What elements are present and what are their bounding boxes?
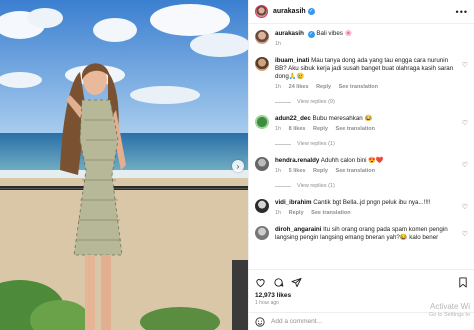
add-comment-input[interactable]: Add a comment... bbox=[271, 318, 322, 325]
comment-like-heart-icon[interactable]: ♡ bbox=[462, 61, 468, 69]
heart-icon[interactable] bbox=[255, 277, 266, 288]
caption-text: Bali vibes bbox=[316, 30, 343, 37]
caption-avatar[interactable] bbox=[255, 30, 269, 44]
commenter-avatar[interactable] bbox=[255, 157, 269, 171]
comments-list: aurakasih ✓ Bali vibes 🌸 1h ibuam_inati … bbox=[249, 24, 474, 269]
likes-count[interactable]: 12,973 likes bbox=[255, 292, 468, 299]
comment-time: 1h bbox=[275, 168, 282, 174]
reply-button[interactable]: Reply bbox=[316, 84, 331, 90]
smiley-icon[interactable] bbox=[255, 316, 265, 327]
commenter-avatar[interactable] bbox=[255, 57, 269, 71]
view-replies-button[interactable]: View replies (9) bbox=[275, 98, 458, 106]
comment-like-heart-icon[interactable]: ♡ bbox=[462, 161, 468, 169]
commenter-username[interactable]: hendra.renaldy bbox=[275, 157, 319, 164]
commenter-avatar[interactable] bbox=[255, 199, 269, 213]
reply-button[interactable]: Reply bbox=[289, 210, 304, 216]
author-username[interactable]: aurakasih bbox=[273, 8, 306, 15]
commenter-avatar[interactable] bbox=[255, 115, 269, 129]
comment-text: Aduhh calon bini 😍❤️ bbox=[320, 157, 384, 164]
caption-emoji: 🌸 bbox=[344, 30, 353, 37]
comment-likes[interactable]: 5 likes bbox=[289, 168, 306, 174]
author-avatar[interactable] bbox=[255, 5, 268, 18]
commenter-username[interactable]: vidi_ibrahim bbox=[275, 199, 311, 206]
commenter-username[interactable]: adun22_dec bbox=[275, 115, 311, 122]
send-icon[interactable] bbox=[291, 277, 302, 288]
verified-badge-icon: ✓ bbox=[307, 8, 315, 15]
see-translation-button[interactable]: See translation bbox=[336, 168, 375, 174]
beach-photo-illustration bbox=[0, 0, 248, 330]
comment-time: 1h bbox=[275, 210, 282, 216]
comment-time: 1h bbox=[275, 126, 282, 132]
windows-activation-watermark: Activate Wi Go to Settings to bbox=[429, 302, 470, 318]
post-header: aurakasih ✓ ••• bbox=[249, 0, 474, 24]
comment-item: hendra.renaldy Aduhh calon bini 😍❤️ 1h 5… bbox=[255, 157, 468, 190]
reply-button[interactable]: Reply bbox=[313, 126, 328, 132]
reply-button[interactable]: Reply bbox=[313, 168, 328, 174]
verified-badge-icon: ✓ bbox=[307, 31, 315, 38]
caption: aurakasih ✓ Bali vibes 🌸 1h bbox=[255, 30, 468, 48]
comment-text: Bubu meresahkan 😂 bbox=[312, 115, 373, 122]
post-photo[interactable]: › bbox=[0, 0, 248, 330]
see-translation-button[interactable]: See translation bbox=[339, 84, 378, 90]
see-translation-button[interactable]: See translation bbox=[311, 210, 350, 216]
more-options-icon[interactable]: ••• bbox=[456, 7, 468, 17]
caption-time: 1h bbox=[275, 41, 282, 47]
comment-likes[interactable]: 8 likes bbox=[289, 126, 306, 132]
comment-text: Cantik bgt Bella..jd pngn peluk ibu nya.… bbox=[313, 199, 431, 206]
post-side-panel: aurakasih ✓ ••• aurakasih ✓ Bali vibes 🌸… bbox=[248, 0, 474, 330]
comment-icon[interactable] bbox=[273, 277, 284, 288]
comment-like-heart-icon[interactable]: ♡ bbox=[462, 203, 468, 211]
comment-item: ibuam_inati Mau tanya dong ada yang tau … bbox=[255, 57, 468, 106]
comment-item: vidi_ibrahim Cantik bgt Bella..jd pngn p… bbox=[255, 199, 468, 217]
view-replies-button[interactable]: View replies (1) bbox=[275, 182, 458, 190]
comment-time: 1h bbox=[275, 84, 282, 90]
see-translation-button[interactable]: See translation bbox=[336, 126, 375, 132]
next-photo-button[interactable]: › bbox=[232, 160, 244, 172]
comment-like-heart-icon[interactable]: ♡ bbox=[462, 119, 468, 127]
comment-item: adun22_dec Bubu meresahkan 😂 1h 8 likes … bbox=[255, 115, 468, 148]
caption-username[interactable]: aurakasih bbox=[275, 30, 304, 37]
bookmark-icon[interactable] bbox=[458, 276, 468, 288]
comment-like-heart-icon[interactable]: ♡ bbox=[462, 230, 468, 238]
instagram-post-modal: › aurakasih ✓ ••• aurakasih ✓ Bali vibes… bbox=[0, 0, 474, 330]
comment-likes[interactable]: 24 likes bbox=[289, 84, 309, 90]
comment-item: diroh_angaraini Itu sih orang orang pada… bbox=[255, 226, 468, 242]
commenter-username[interactable]: diroh_angaraini bbox=[275, 226, 321, 233]
commenter-avatar[interactable] bbox=[255, 226, 269, 240]
view-replies-button[interactable]: View replies (1) bbox=[275, 140, 458, 148]
commenter-username[interactable]: ibuam_inati bbox=[275, 57, 309, 64]
